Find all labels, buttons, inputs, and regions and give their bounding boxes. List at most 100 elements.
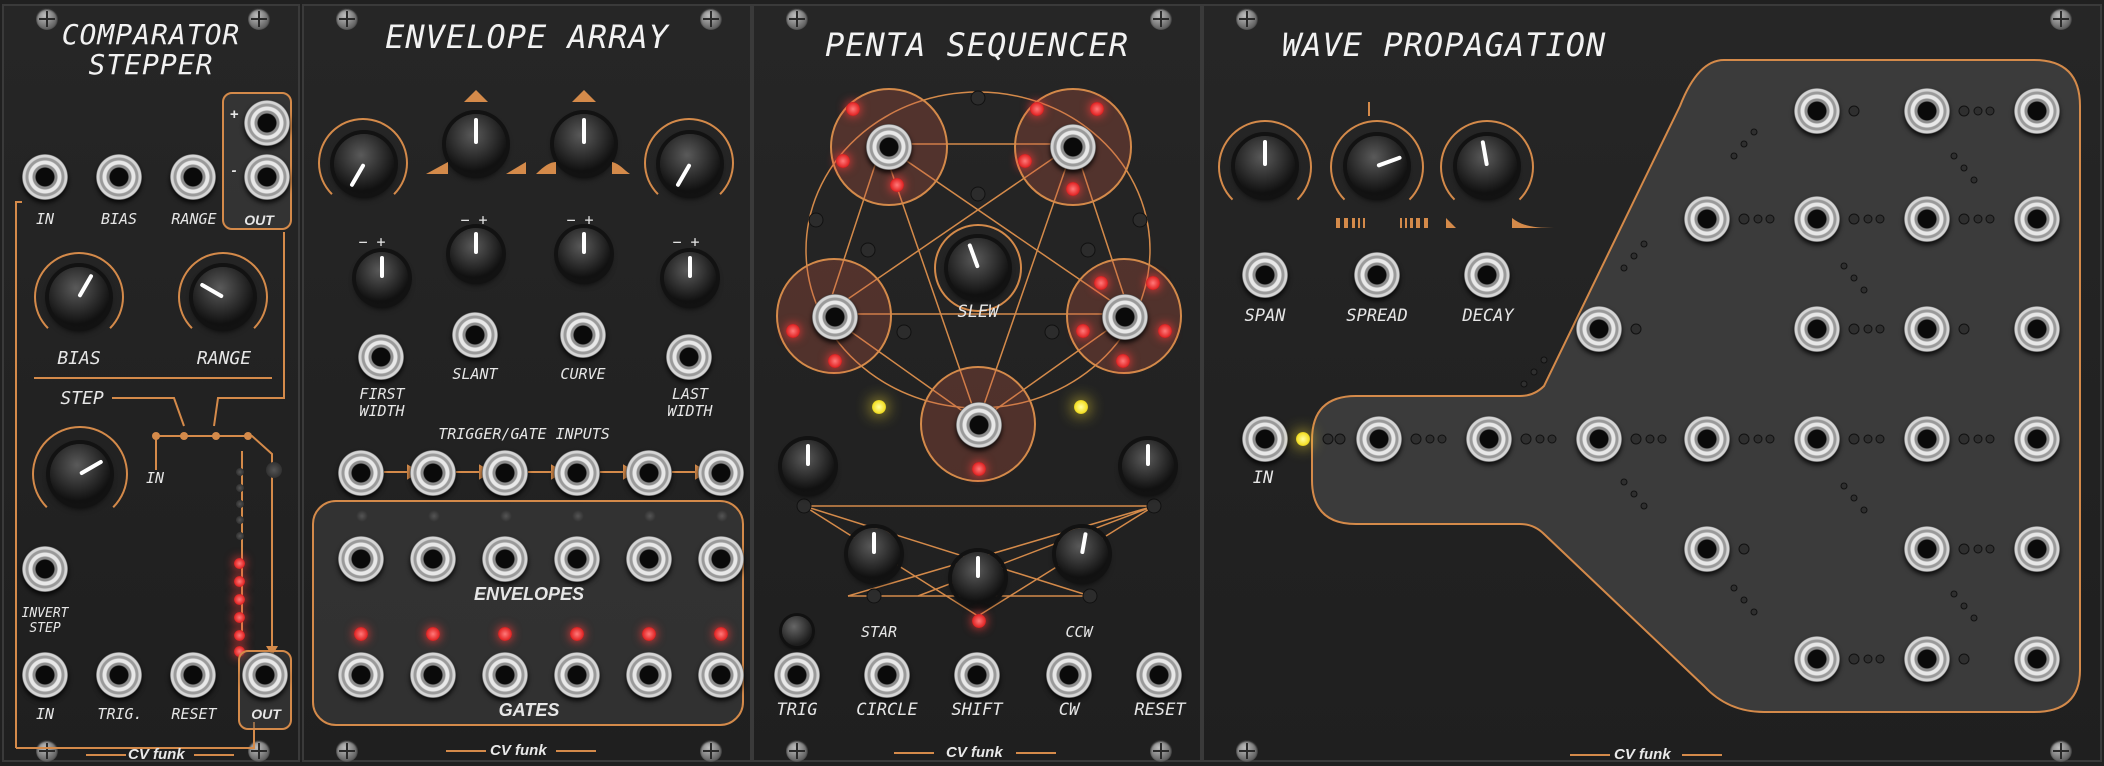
gate-output-jack[interactable] — [482, 652, 528, 698]
step-4-jack[interactable] — [1102, 294, 1148, 340]
right-probability-knob[interactable] — [1122, 440, 1174, 492]
invert-step-label: INVERT STEP — [21, 606, 69, 636]
step-led — [828, 354, 842, 368]
invert-step-jack[interactable] — [22, 546, 68, 592]
circle-jack[interactable] — [864, 652, 910, 698]
gate-output-jack[interactable] — [626, 652, 672, 698]
left-probability-knob[interactable] — [782, 440, 834, 492]
shift-knob[interactable] — [952, 552, 1004, 604]
gate-led — [354, 627, 368, 641]
gate-led — [426, 627, 440, 641]
step-out-jack[interactable] — [242, 652, 288, 698]
step-led — [786, 324, 800, 338]
envelope-led — [500, 510, 512, 522]
penta-sequencer-panel: PENTA SEQUENCER SLEW STAR CCW TRIG CIRCL… — [752, 4, 1202, 762]
envelope-output-jack[interactable] — [338, 536, 384, 582]
step-led — [1090, 102, 1104, 116]
step-1-jack[interactable] — [866, 124, 912, 170]
bottom-reset-label: RESET — [171, 705, 217, 723]
circle-label: CIRCLE — [856, 700, 918, 720]
cw-jack[interactable] — [1046, 652, 1092, 698]
step-led — [1066, 182, 1080, 196]
gate-led — [642, 627, 656, 641]
trig-button[interactable] — [782, 616, 812, 646]
step-led — [1076, 324, 1090, 338]
trigger-input-jack[interactable] — [482, 450, 528, 496]
trigger-input-jack[interactable] — [698, 450, 744, 496]
brand-label: CV funk — [1614, 746, 1671, 763]
trigger-input-jack[interactable] — [626, 450, 672, 496]
envelope-output-jack[interactable] — [626, 536, 672, 582]
step-led — [236, 484, 244, 492]
gate-led — [498, 627, 512, 641]
step-led — [234, 630, 245, 641]
step-led — [236, 500, 244, 508]
module-rack: COMPARATOR STEPPER + - OUT IN BIAS RANGE… — [0, 0, 2104, 766]
step-5-jack[interactable] — [956, 402, 1002, 448]
step-led — [234, 558, 245, 569]
step-led — [1146, 276, 1160, 290]
ccw-label: CCW — [1065, 623, 1093, 641]
step-led — [1018, 154, 1032, 168]
gate-output-jack[interactable] — [698, 652, 744, 698]
envelope-led — [644, 510, 656, 522]
envelope-led — [428, 510, 440, 522]
envelope-output-jack[interactable] — [410, 536, 456, 582]
slew-knob[interactable] — [948, 238, 1008, 298]
outputs-box — [312, 500, 744, 726]
trig-label: TRIG — [776, 700, 818, 720]
trigger-input-jack[interactable] — [554, 450, 600, 496]
trigger-input-jack[interactable] — [410, 450, 456, 496]
shift-jack[interactable] — [954, 652, 1000, 698]
grid-led-dots — [1322, 105, 1995, 665]
bottom-out-label: OUT — [251, 706, 281, 722]
brand-label: CV funk — [128, 746, 185, 763]
envelope-led — [356, 510, 368, 522]
cw-label: CW — [1058, 700, 1080, 720]
step-led — [236, 516, 244, 524]
step-led — [972, 462, 986, 476]
step-led — [234, 612, 245, 623]
bottom-in-label: IN — [35, 705, 55, 723]
step-indicator-led — [266, 462, 282, 478]
step-led — [234, 576, 245, 587]
step-led — [1094, 276, 1108, 290]
step-led — [1030, 102, 1044, 116]
brand-label: CV funk — [490, 742, 547, 759]
step-in-jack[interactable] — [22, 652, 68, 698]
direction-led — [872, 400, 886, 414]
gates-label: GATES — [498, 700, 560, 720]
step-led — [836, 154, 850, 168]
step-led — [236, 468, 244, 476]
gate-output-jack[interactable] — [410, 652, 456, 698]
envelope-output-jack[interactable] — [482, 536, 528, 582]
envelope-led — [716, 510, 728, 522]
gate-led — [570, 627, 584, 641]
shift-label: SHIFT — [951, 700, 1003, 720]
gate-led — [714, 627, 728, 641]
trigger-input-jack[interactable] — [338, 450, 384, 496]
step-led — [234, 594, 245, 605]
envelope-array-panel: ENVELOPE ARRAY − + − + − + − + FIRST WID… — [302, 4, 752, 762]
ccw-knob[interactable] — [1056, 528, 1108, 580]
reset-label: RESET — [1134, 700, 1186, 720]
step-led — [236, 532, 244, 540]
gate-output-jack[interactable] — [554, 652, 600, 698]
step-2-jack[interactable] — [1050, 124, 1096, 170]
envelope-led — [572, 510, 584, 522]
step-led — [890, 178, 904, 192]
star-knob[interactable] — [848, 528, 900, 580]
comparator-stepper-panel: COMPARATOR STEPPER + - OUT IN BIAS RANGE… — [2, 4, 300, 763]
reset-jack[interactable] — [1136, 652, 1182, 698]
step-led — [1158, 324, 1172, 338]
gate-output-jack[interactable] — [338, 652, 384, 698]
envelope-output-jack[interactable] — [698, 536, 744, 582]
trig-jack[interactable] — [96, 652, 142, 698]
bottom-trig-label: TRIG. — [97, 705, 143, 723]
reset-jack[interactable] — [170, 652, 216, 698]
step-led — [1116, 354, 1130, 368]
envelope-output-jack[interactable] — [554, 536, 600, 582]
direction-led — [1074, 400, 1088, 414]
trig-jack[interactable] — [774, 652, 820, 698]
step-3-jack[interactable] — [812, 294, 858, 340]
